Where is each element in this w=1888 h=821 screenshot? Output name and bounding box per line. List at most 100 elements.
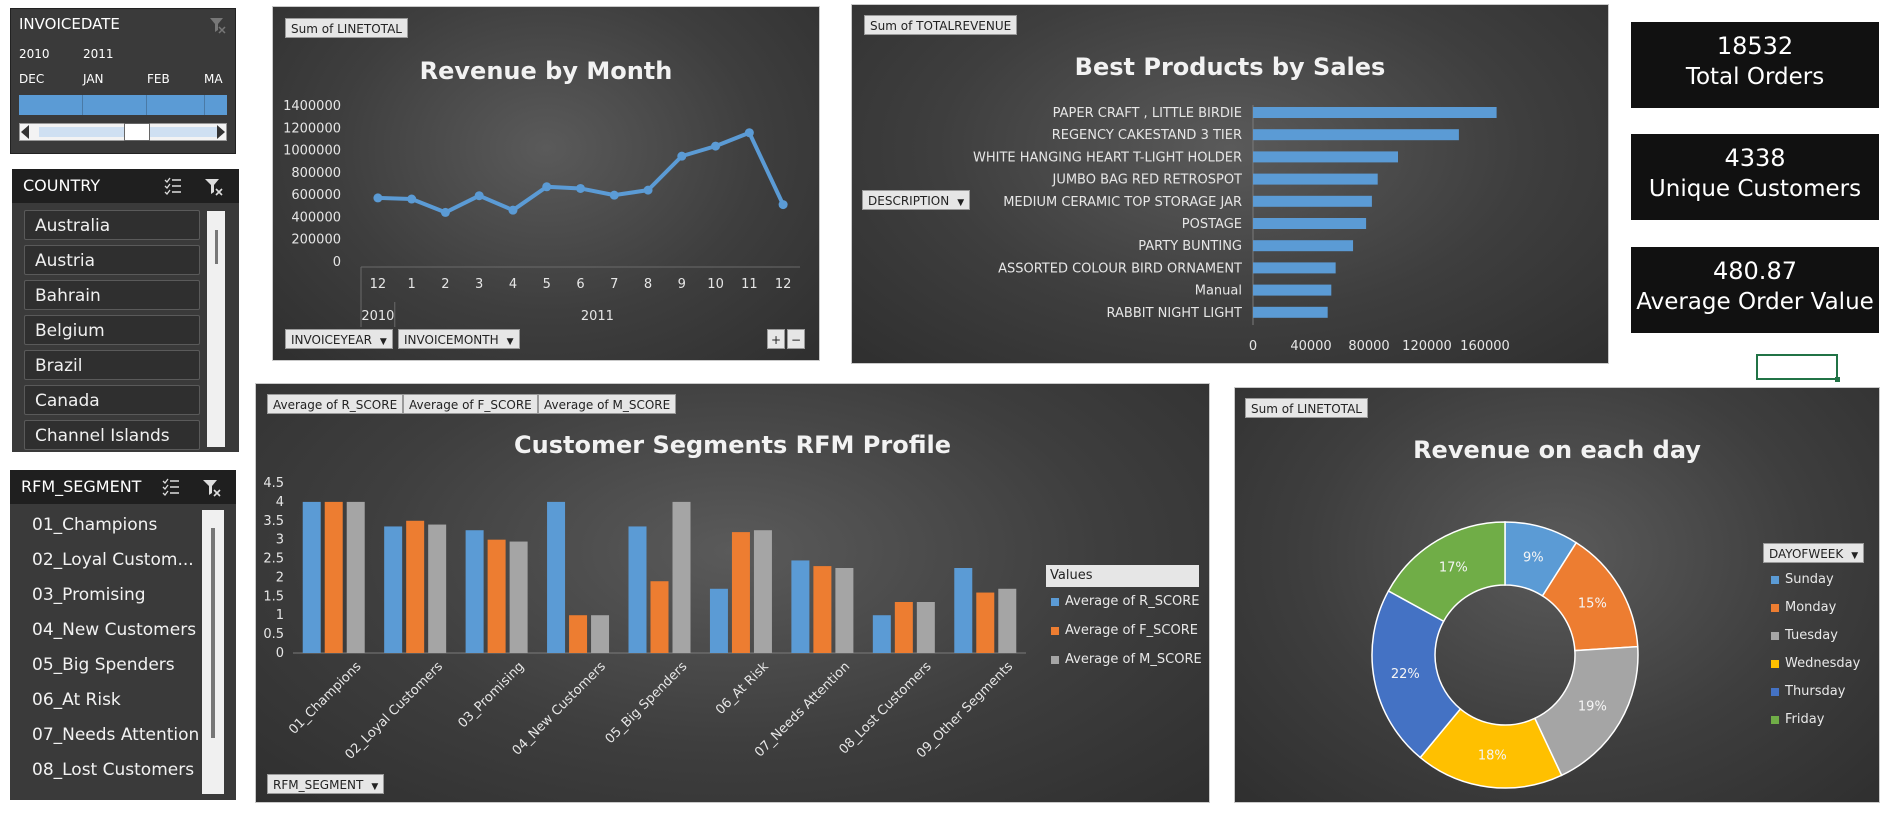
rfm-bar bbox=[591, 615, 610, 653]
invoicemonth-button[interactable]: INVOICEMONTH ▼ bbox=[398, 329, 520, 349]
rfm-bar bbox=[872, 615, 891, 653]
multi-select-icon[interactable] bbox=[161, 477, 181, 497]
x-tick-label: 05_Big Spenders bbox=[603, 659, 691, 747]
y-tick-label: 2 bbox=[276, 570, 284, 585]
rfm-bar bbox=[406, 520, 425, 653]
x-tick-label: 6 bbox=[576, 277, 584, 292]
category-label: PAPER CRAFT , LITTLE BIRDIE bbox=[1053, 106, 1242, 121]
slice-data-label: 18% bbox=[1478, 749, 1507, 764]
y-tick-label: 4.5 bbox=[263, 476, 284, 491]
revenue-point bbox=[373, 193, 383, 203]
y-tick-label: 0 bbox=[333, 255, 341, 270]
timeline-selection-bar[interactable] bbox=[19, 95, 227, 115]
revenue-point bbox=[778, 200, 788, 210]
rfm-item[interactable]: 06_At Risk bbox=[32, 687, 121, 713]
rfm-item[interactable]: 03_Promising bbox=[32, 582, 146, 608]
revenue-each-day-chart[interactable]: Sum of LINETOTAL Revenue on each day 9% 1… bbox=[1234, 387, 1880, 803]
x-tick-label: 1 bbox=[408, 277, 416, 292]
slice-data-label: 15% bbox=[1578, 596, 1607, 611]
revenue-point bbox=[677, 151, 687, 161]
country-item[interactable]: Bahrain bbox=[24, 280, 200, 310]
category-label: POSTAGE bbox=[1182, 217, 1242, 232]
x-tick-label: 12 bbox=[370, 277, 387, 292]
rfm-bar bbox=[753, 530, 772, 653]
dayofweek-button[interactable]: DAYOFWEEK ▼ bbox=[1763, 543, 1865, 563]
category-label: REGENCY CAKESTAND 3 TIER bbox=[1052, 128, 1242, 143]
rfm-bar bbox=[835, 568, 854, 653]
kpi-label: Unique Customers bbox=[1648, 176, 1862, 202]
legend-title: Values bbox=[1046, 565, 1199, 587]
invoiceyear-button[interactable]: INVOICEYEAR ▼ bbox=[285, 329, 393, 349]
best-products-chart[interactable]: Sum of TOTALREVENUE Best Products by Sal… bbox=[851, 4, 1609, 364]
product-bar bbox=[1253, 107, 1497, 118]
y-tick-label: 800000 bbox=[291, 166, 341, 181]
multi-select-icon[interactable] bbox=[163, 176, 183, 196]
country-item[interactable]: Brazil bbox=[24, 350, 200, 380]
rfm-bar bbox=[709, 588, 728, 653]
timeline-year-2011: 2011 bbox=[83, 47, 114, 61]
x-tick-label: 04_New Customers bbox=[510, 659, 609, 758]
legend-label: Average of M_SCORE bbox=[1065, 652, 1202, 667]
legend-swatch bbox=[1771, 575, 1779, 584]
rfm-bar bbox=[324, 501, 343, 653]
legend-item-wednesday: Wednesday bbox=[1771, 656, 1860, 671]
country-scroll-thumb[interactable] bbox=[215, 230, 218, 264]
rfm-bar bbox=[569, 615, 588, 653]
rfm-bar bbox=[465, 530, 484, 653]
products-bar-plot: PAPER CRAFT , LITTLE BIRDIE REGENCY CAKES… bbox=[973, 105, 1510, 354]
y-tick-label: 1000000 bbox=[283, 144, 341, 159]
rfm-segment-slicer: RFM_SEGMENT 01_Champions 02_Loyal Custom… bbox=[10, 470, 236, 800]
rfm-item[interactable]: 04_New Customers bbox=[32, 617, 196, 643]
revenue-point bbox=[744, 128, 754, 138]
x-tick-label: 3 bbox=[475, 277, 483, 292]
category-label: ASSORTED COLOUR BIRD ORNAMENT bbox=[998, 261, 1242, 276]
rfm-bar bbox=[916, 602, 935, 653]
rfm-item[interactable]: 07_Needs Attention bbox=[32, 722, 199, 748]
rfm-segment-label: RFM_SEGMENT bbox=[273, 778, 364, 792]
collapse-field-button[interactable]: − bbox=[787, 329, 805, 349]
rfm-scroll-thumb[interactable] bbox=[211, 528, 215, 738]
scroll-right-arrow-icon[interactable] bbox=[217, 125, 225, 139]
country-item[interactable]: Austria bbox=[24, 245, 200, 275]
revenue-by-month-chart[interactable]: Sum of LINETOTAL Revenue by Month 0 20000… bbox=[272, 6, 820, 361]
country-item[interactable]: Australia bbox=[24, 210, 200, 240]
product-bar bbox=[1253, 129, 1459, 141]
x-tick-label: 8 bbox=[644, 277, 652, 292]
rfm-item[interactable]: 02_Loyal Custom... bbox=[32, 547, 194, 573]
dayofweek-label: DAYOFWEEK bbox=[1769, 547, 1844, 561]
rfm-segment-button[interactable]: RFM_SEGMENT ▼ bbox=[267, 774, 385, 794]
rfm-item[interactable]: 01_Champions bbox=[32, 512, 157, 538]
category-label: WHITE HANGING HEART T-LIGHT HOLDER bbox=[973, 150, 1242, 165]
legend-swatch bbox=[1771, 603, 1779, 612]
product-bar bbox=[1253, 195, 1372, 207]
rfm-bar bbox=[731, 532, 750, 653]
country-item[interactable]: Belgium bbox=[24, 315, 200, 345]
rfm-profile-chart[interactable]: Average of R_SCORE Average of F_SCORE Av… bbox=[255, 383, 1210, 803]
invoicemonth-label: INVOICEMONTH bbox=[404, 333, 499, 347]
country-item[interactable]: Canada bbox=[24, 385, 200, 415]
y-tick-label: 3.5 bbox=[263, 514, 284, 529]
rfm-bar bbox=[628, 526, 647, 653]
clear-filter-icon[interactable] bbox=[207, 15, 227, 35]
scroll-left-arrow-icon[interactable] bbox=[21, 125, 29, 139]
timeline-scroll-handle[interactable] bbox=[124, 123, 150, 141]
rfm-item[interactable]: 08_Lost Customers bbox=[32, 757, 194, 783]
rfm-item[interactable]: 05_Big Spenders bbox=[32, 652, 175, 678]
selected-cell[interactable] bbox=[1756, 354, 1838, 380]
clear-filter-icon[interactable] bbox=[201, 477, 223, 499]
product-bar bbox=[1253, 284, 1332, 296]
legend-swatch bbox=[1771, 631, 1779, 640]
clear-filter-icon[interactable] bbox=[203, 176, 225, 198]
x-tick-label: 12 bbox=[775, 277, 792, 292]
legend-label: Sunday bbox=[1785, 572, 1834, 587]
revenue-point bbox=[407, 194, 417, 204]
rfm-bar bbox=[547, 501, 566, 653]
invoiceyear-label: INVOICEYEAR bbox=[291, 333, 372, 347]
x-tick-label: 4 bbox=[509, 277, 517, 292]
kpi-average-order-value: 480.87 Average Order Value bbox=[1631, 247, 1879, 333]
kpi-total-orders: 18532 Total Orders bbox=[1631, 22, 1879, 108]
fill-handle[interactable] bbox=[1835, 377, 1840, 382]
country-item[interactable]: Channel Islands bbox=[24, 420, 200, 450]
expand-field-button[interactable]: + bbox=[767, 329, 785, 349]
category-label: JUMBO BAG RED RETROSPOT bbox=[1051, 173, 1242, 188]
